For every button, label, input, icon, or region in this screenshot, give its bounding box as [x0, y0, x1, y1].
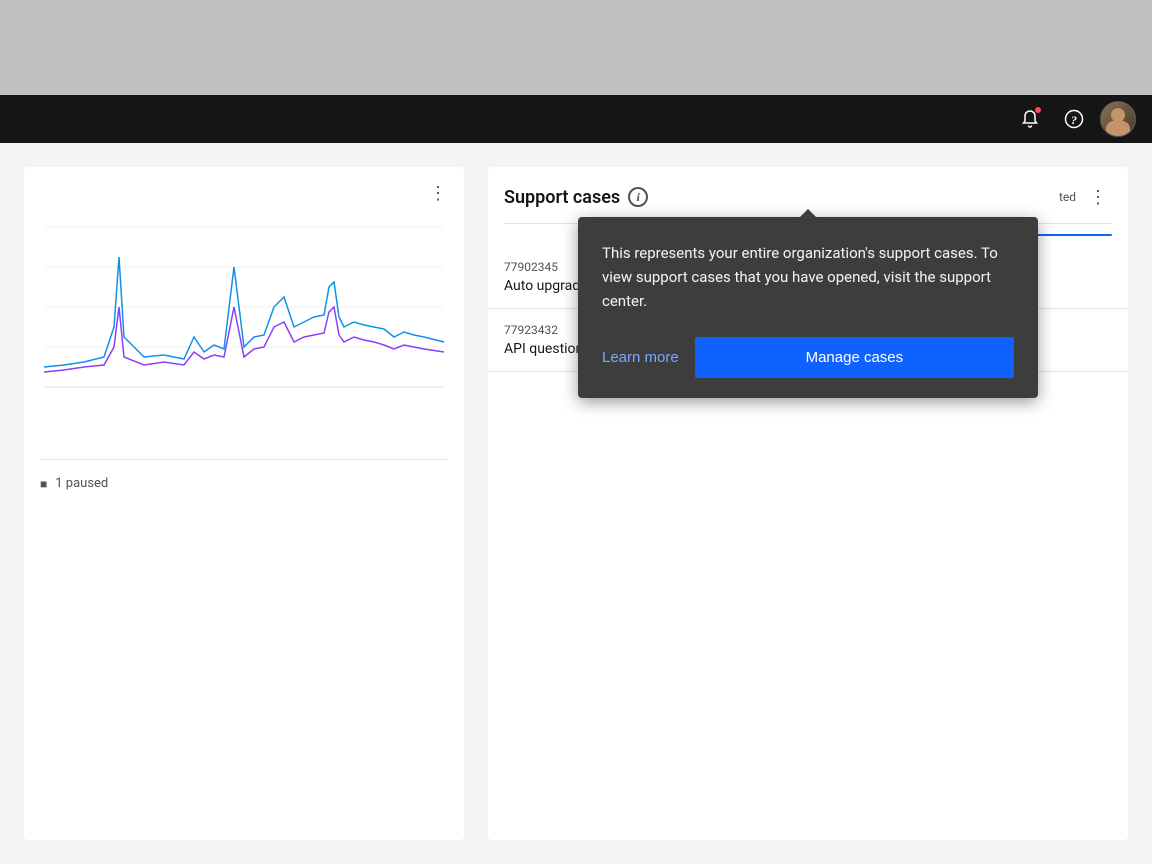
info-icon-button[interactable]: i: [628, 187, 648, 207]
tooltip-text: This represents your entire organization…: [602, 241, 1014, 313]
notifications-button[interactable]: [1012, 101, 1048, 137]
panel-title-row: Support cases i: [504, 187, 648, 208]
left-panel-menu-button[interactable]: ⋮: [424, 179, 452, 207]
svg-text:?: ?: [1071, 113, 1077, 127]
left-panel: ⋮ ■ 1 paused: [24, 167, 464, 840]
notification-dot: [1034, 106, 1042, 114]
panel-title: Support cases: [504, 187, 620, 208]
purple-line: [44, 307, 444, 372]
tooltip-actions: Learn more Manage cases: [602, 337, 1014, 378]
truncated-header-text: ted: [1059, 190, 1076, 204]
help-icon: ?: [1064, 109, 1084, 129]
avatar-image: [1101, 102, 1135, 136]
help-button[interactable]: ?: [1056, 101, 1092, 137]
avatar[interactable]: [1100, 101, 1136, 137]
legend-label: 1 paused: [55, 476, 108, 491]
right-panel-menu-button[interactable]: ⋮: [1084, 183, 1112, 211]
legend-icon: ■: [40, 477, 47, 491]
panel-header: Support cases i ted ⋮: [488, 167, 1128, 211]
manage-cases-button[interactable]: Manage cases: [695, 337, 1014, 378]
app-header: ?: [0, 95, 1152, 143]
main-content: ⋮ ■ 1 paused Support case: [0, 143, 1152, 864]
chart-legend: ■ 1 paused: [40, 459, 448, 491]
blue-line-indicator: [1032, 234, 1112, 236]
learn-more-button[interactable]: Learn more: [602, 339, 679, 376]
chart-svg: [40, 207, 448, 407]
right-panel: Support cases i ted ⋮ This represents yo…: [488, 167, 1128, 840]
teal-line: [44, 257, 444, 367]
tooltip-popup: This represents your entire organization…: [578, 217, 1038, 398]
chart-area: [40, 207, 448, 427]
browser-chrome: [0, 0, 1152, 95]
